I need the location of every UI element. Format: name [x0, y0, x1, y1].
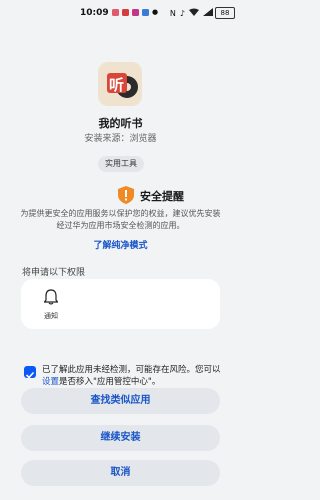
status-bar: 10:09 ● N ♪ 88	[0, 0, 241, 26]
consent-text-after: 是否移入"应用管控中心"。	[59, 377, 161, 387]
check-icon	[25, 371, 35, 379]
nfc-icon: N	[169, 8, 176, 18]
continue-install-button[interactable]: 继续安装	[21, 425, 220, 451]
notification-icons: ●	[112, 9, 158, 16]
consent-text-before: 已了解此应用未经检测，可能存在风险。您可以	[42, 365, 221, 375]
find-similar-button[interactable]: 查找类似应用	[21, 388, 220, 414]
battery-icon: 88	[215, 7, 235, 19]
consent-checkbox[interactable]	[24, 366, 36, 379]
app-notification-icon	[122, 9, 129, 16]
status-time: 10:09	[80, 8, 109, 18]
category-tag: 实用工具	[98, 156, 144, 172]
app-icon-char: 听	[109, 76, 125, 94]
bell-icon	[43, 289, 59, 309]
warning-description: 为提供更安全的应用服务以保护您的权益，建议优先安装经过华为应用市场安全检测的应用…	[20, 209, 221, 230]
wifi-icon	[189, 8, 199, 18]
pure-mode-link[interactable]: 了解纯净模式	[0, 238, 241, 251]
permissions-heading: 将申请以下权限	[22, 268, 86, 278]
consent-text: 已了解此应用未经检测，可能存在风险。您可以设置是否移入"应用管控中心"。	[42, 364, 226, 388]
permissions-card: 通知	[21, 279, 220, 329]
settings-link[interactable]: 设置	[42, 377, 59, 387]
app-notification-icon	[112, 9, 119, 16]
cancel-button[interactable]: 取消	[21, 460, 220, 486]
permission-label: 通知	[44, 312, 58, 320]
app-name: 我的听书	[98, 117, 143, 130]
shield-warning-icon	[118, 186, 134, 204]
silent-icon: ♪	[179, 8, 185, 18]
app-notification-icon	[142, 9, 149, 16]
app-notification-icon	[132, 9, 139, 16]
warning-title: 安全提醒	[140, 190, 184, 203]
status-right-icons: N ♪	[170, 8, 213, 18]
install-source: 安装来源：浏览器	[84, 134, 157, 144]
permission-item-notification[interactable]: 通知	[36, 289, 66, 321]
signal-icon	[203, 8, 213, 18]
location-icon: ●	[152, 8, 159, 16]
app-icon: 听	[98, 62, 142, 106]
